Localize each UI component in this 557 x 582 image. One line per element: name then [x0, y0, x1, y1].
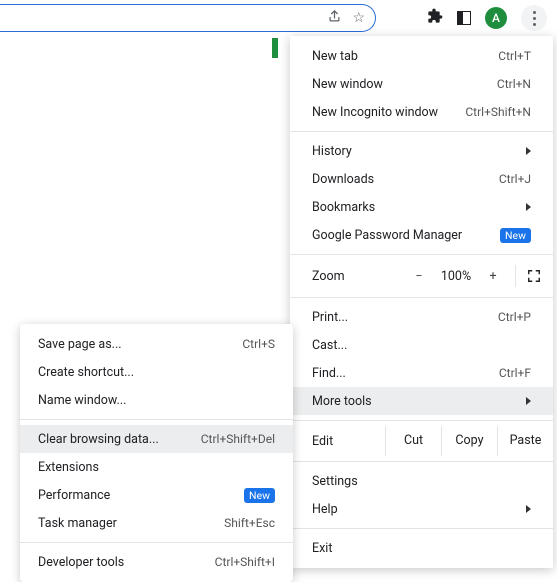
submenu-developer-tools[interactable]: Developer tools Ctrl+Shift+I	[20, 548, 293, 576]
side-panel-icon[interactable]	[457, 11, 471, 25]
menu-more-tools[interactable]: More tools	[290, 387, 553, 415]
menu-item-label: Downloads	[312, 172, 499, 187]
menu-exit[interactable]: Exit	[290, 534, 553, 562]
zoom-percent: 100%	[433, 269, 479, 284]
shortcut-text: Ctrl+Shift+Del	[201, 432, 275, 446]
share-icon[interactable]	[327, 9, 342, 28]
menu-cast[interactable]: Cast...	[290, 331, 553, 359]
shortcut-text: Ctrl+P	[498, 310, 531, 324]
menu-downloads[interactable]: Downloads Ctrl+J	[290, 165, 553, 193]
menu-item-label: Help	[312, 502, 526, 517]
extensions-icon[interactable]	[427, 8, 443, 28]
menu-item-label: Exit	[312, 541, 531, 556]
fullscreen-icon[interactable]	[515, 265, 541, 287]
main-menu: New tab Ctrl+T New window Ctrl+N New Inc…	[290, 36, 553, 568]
menu-item-label: Google Password Manager	[312, 228, 492, 243]
menu-item-label: New window	[312, 77, 497, 92]
menu-item-label: Save page as...	[38, 337, 242, 352]
menu-item-label: Clear browsing data...	[38, 432, 201, 447]
menu-button[interactable]	[521, 5, 547, 31]
new-badge: New	[244, 488, 275, 503]
paste-button[interactable]: Paste	[497, 426, 553, 456]
menu-edit: Edit Cut Copy Paste	[290, 426, 553, 456]
chevron-right-icon	[526, 397, 531, 405]
submenu-task-manager[interactable]: Task manager Shift+Esc	[20, 509, 293, 537]
menu-item-label: New tab	[312, 49, 498, 64]
address-bar[interactable]: ☆	[0, 4, 376, 32]
shortcut-text: Ctrl+Shift+I	[215, 555, 275, 569]
menu-item-label: Performance	[38, 488, 236, 503]
menu-item-label: Create shortcut...	[38, 365, 275, 380]
shortcut-text: Ctrl+J	[499, 172, 531, 186]
chevron-right-icon	[526, 147, 531, 155]
submenu-clear-browsing-data[interactable]: Clear browsing data... Ctrl+Shift+Del	[20, 425, 293, 453]
menu-print[interactable]: Print... Ctrl+P	[290, 303, 553, 331]
zoom-in-button[interactable]: +	[479, 269, 507, 284]
menu-item-label: Print...	[312, 310, 498, 325]
menu-item-label: Find...	[312, 366, 499, 381]
menu-new-tab[interactable]: New tab Ctrl+T	[290, 42, 553, 70]
shortcut-text: Ctrl+F	[499, 366, 531, 380]
new-badge: New	[500, 228, 531, 243]
menu-password-manager[interactable]: Google Password Manager New	[290, 221, 553, 249]
edit-label: Edit	[290, 434, 385, 449]
menu-item-label: History	[312, 144, 526, 159]
menu-item-label: New Incognito window	[312, 105, 465, 120]
shortcut-text: Ctrl+S	[242, 337, 275, 351]
shortcut-text: Shift+Esc	[224, 516, 275, 530]
menu-settings[interactable]: Settings	[290, 467, 553, 495]
menu-item-label: Name window...	[38, 393, 275, 408]
bookmark-star-icon[interactable]: ☆	[352, 10, 365, 26]
menu-bookmarks[interactable]: Bookmarks	[290, 193, 553, 221]
toolbar-right: A	[427, 5, 557, 31]
menu-help[interactable]: Help	[290, 495, 553, 523]
menu-find[interactable]: Find... Ctrl+F	[290, 359, 553, 387]
submenu-save-page[interactable]: Save page as... Ctrl+S	[20, 330, 293, 358]
submenu-create-shortcut[interactable]: Create shortcut...	[20, 358, 293, 386]
menu-item-label: Task manager	[38, 516, 224, 531]
shortcut-text: Ctrl+N	[497, 77, 531, 91]
chevron-right-icon	[526, 505, 531, 513]
menu-item-label: Settings	[312, 474, 531, 489]
zoom-out-button[interactable]: −	[405, 269, 433, 284]
page-accent	[272, 38, 278, 58]
menu-new-window[interactable]: New window Ctrl+N	[290, 70, 553, 98]
menu-item-label: Cast...	[312, 338, 531, 353]
submenu-performance[interactable]: Performance New	[20, 481, 293, 509]
submenu-extensions[interactable]: Extensions	[20, 453, 293, 481]
shortcut-text: Ctrl+Shift+N	[465, 105, 531, 119]
browser-toolbar: ☆ A	[0, 0, 557, 36]
more-tools-submenu: Save page as... Ctrl+S Create shortcut..…	[20, 324, 293, 582]
menu-item-label: Extensions	[38, 460, 275, 475]
copy-button[interactable]: Copy	[441, 426, 497, 456]
shortcut-text: Ctrl+T	[498, 49, 531, 63]
menu-item-label: Bookmarks	[312, 200, 526, 215]
cut-button[interactable]: Cut	[385, 426, 441, 456]
menu-history[interactable]: History	[290, 137, 553, 165]
submenu-name-window[interactable]: Name window...	[20, 386, 293, 414]
chevron-right-icon	[526, 203, 531, 211]
profile-avatar[interactable]: A	[485, 7, 507, 29]
zoom-label: Zoom	[312, 269, 405, 284]
menu-new-incognito[interactable]: New Incognito window Ctrl+Shift+N	[290, 98, 553, 126]
menu-zoom: Zoom − 100% +	[290, 260, 553, 292]
menu-item-label: More tools	[312, 394, 526, 409]
